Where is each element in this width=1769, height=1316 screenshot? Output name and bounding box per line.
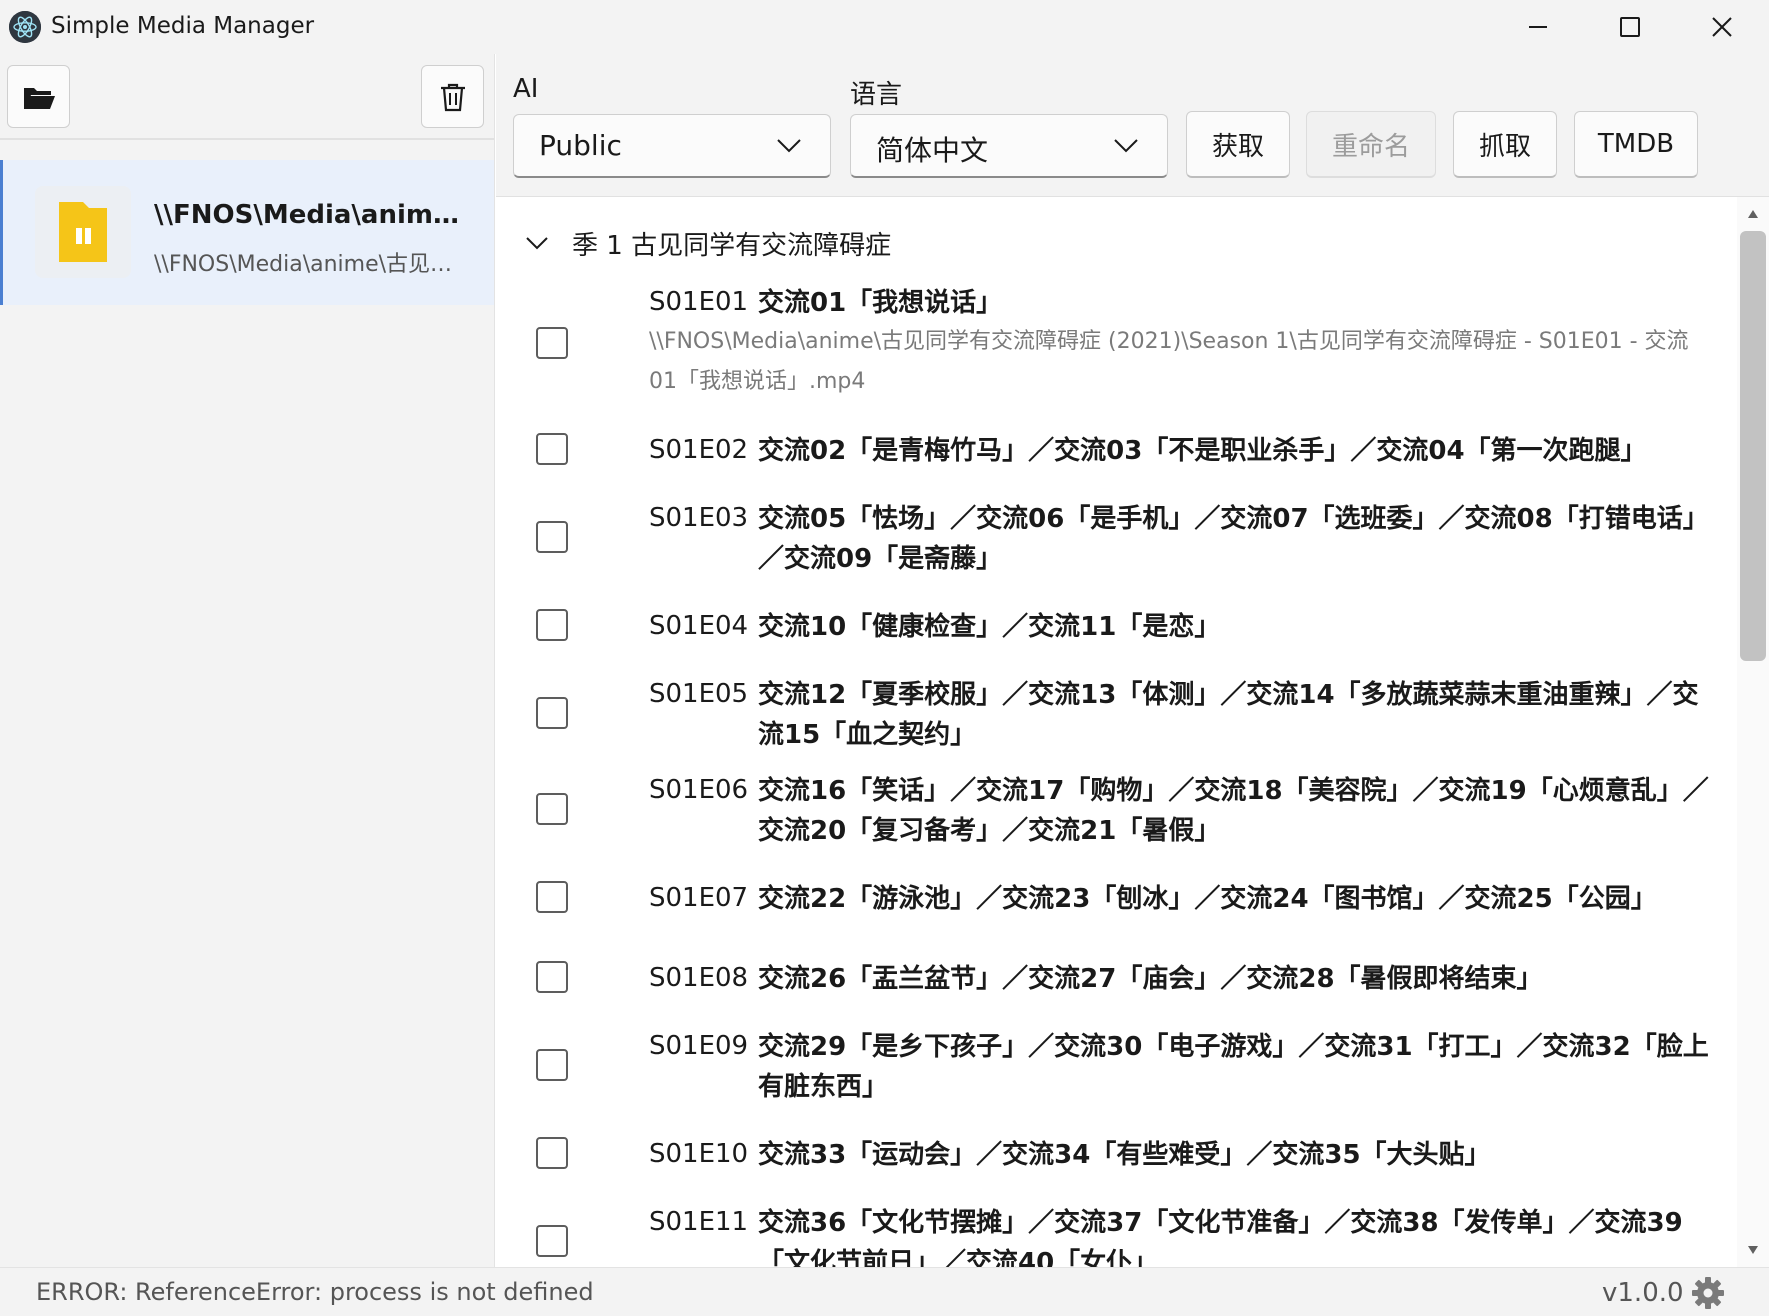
fetch-button[interactable]: 获取 xyxy=(1186,111,1290,178)
delete-button[interactable] xyxy=(421,65,484,128)
episode-checkbox[interactable] xyxy=(536,961,568,993)
episode-title: 交流10「健康检查」／交流11「是恋」 xyxy=(758,612,1221,642)
scroll-up-icon[interactable] xyxy=(1747,209,1759,219)
language-select[interactable]: 简体中文 xyxy=(850,114,1168,178)
episode-checkbox[interactable] xyxy=(536,327,568,359)
sidebar-toolbar xyxy=(0,54,494,140)
episode-checkbox[interactable] xyxy=(536,609,568,641)
ai-select-value: Public xyxy=(539,129,622,162)
ai-select[interactable]: Public xyxy=(513,114,831,178)
episode-checkbox[interactable] xyxy=(536,433,568,465)
season-title: 季 1 古见同学有交流障碍症 xyxy=(572,230,892,261)
episode-code: S01E06 xyxy=(649,775,749,805)
sidebar-item-title: \\FNOS\Media\anime\古见同学有交流障碍症 (2021) xyxy=(154,200,474,230)
sidebar: \\FNOS\Media\anime\古见同学有交流障碍症 (2021) \\F… xyxy=(0,54,495,1267)
status-message: ERROR: ReferenceError: process is not de… xyxy=(36,1278,594,1306)
episode-title: 交流01「我想说话」 xyxy=(758,288,1003,318)
trash-icon xyxy=(440,83,465,111)
episode-code: S01E01 xyxy=(649,287,749,317)
minimize-icon xyxy=(1529,26,1547,28)
episode-code: S01E08 xyxy=(649,963,749,993)
episode-title: 交流33「运动会」／交流34「有些难受」／交流35「大头贴」 xyxy=(758,1140,1491,1170)
episode-code: S01E07 xyxy=(649,883,749,913)
episode-title: 交流05「怯场」／交流06「是手机」／交流07「选班委」／交流08「打错电话」／… xyxy=(758,504,1709,574)
language-select-value: 简体中文 xyxy=(876,134,989,167)
open-folder-button[interactable] xyxy=(7,65,70,128)
episode-code: S01E11 xyxy=(649,1207,749,1237)
episode-code: S01E10 xyxy=(649,1139,749,1169)
gear-icon[interactable] xyxy=(1690,1275,1726,1311)
electron-logo-icon xyxy=(9,11,41,43)
minimize-button[interactable] xyxy=(1492,0,1584,54)
episode-title: 交流26「盂兰盆节」／交流27「庙会」／交流28「暑假即将结束」 xyxy=(758,964,1543,994)
episode-checkbox[interactable] xyxy=(536,881,568,913)
season-header[interactable]: 季 1 古见同学有交流障碍症 xyxy=(524,225,891,261)
ai-label: AI xyxy=(513,74,539,104)
window-title: Simple Media Manager xyxy=(51,13,315,39)
episode-title: 交流36「文化节摆摊」／交流37「文化节准备」／交流38「发传单」／交流39「文… xyxy=(758,1208,1683,1267)
episode-checkbox[interactable] xyxy=(536,793,568,825)
scroll-thumb[interactable] xyxy=(1740,231,1766,661)
episode-title: 交流16「笑话」／交流17「购物」／交流18「美容院」／交流19「心烦意乱」／交… xyxy=(758,776,1709,846)
close-button[interactable] xyxy=(1676,0,1768,54)
episode-checkbox[interactable] xyxy=(536,1225,568,1257)
rename-button[interactable]: 重命名 xyxy=(1306,111,1436,178)
episode-list: 季 1 古见同学有交流障碍症 S01E01 交流01「我想说话」 \\FNOS\… xyxy=(496,197,1737,1267)
version-label: v1.0.0 xyxy=(1602,1278,1684,1308)
episode-code: S01E09 xyxy=(649,1031,749,1061)
episode-code: S01E04 xyxy=(649,611,749,641)
folder-icon xyxy=(35,186,131,278)
episode-title: 交流22「游泳池」／交流23「刨冰」／交流24「图书馆」／交流25「公园」 xyxy=(758,884,1657,914)
sidebar-item-media-folder[interactable]: \\FNOS\Media\anime\古见同学有交流障碍症 (2021) \\F… xyxy=(0,160,494,305)
maximize-button[interactable] xyxy=(1584,0,1676,54)
language-label: 语言 xyxy=(850,80,903,110)
episode-code: S01E03 xyxy=(649,503,749,533)
episode-path: \\FNOS\Media\anime\古见同学有交流障碍症 (2021)\Sea… xyxy=(649,329,1689,394)
title-bar: Simple Media Manager xyxy=(0,0,1769,54)
episode-checkbox[interactable] xyxy=(536,697,568,729)
main-toolbar: AI Public 语言 简体中文 获取 重命名 抓取 TMDB xyxy=(496,54,1769,197)
close-icon xyxy=(1712,17,1732,37)
chevron-down-icon xyxy=(777,139,801,153)
chevron-down-icon xyxy=(526,237,548,250)
folder-open-icon xyxy=(23,87,55,109)
status-bar: ERROR: ReferenceError: process is not de… xyxy=(0,1267,1769,1316)
episode-code: S01E05 xyxy=(649,679,749,709)
chevron-down-icon xyxy=(1114,139,1138,153)
episode-checkbox[interactable] xyxy=(536,521,568,553)
scroll-down-icon[interactable] xyxy=(1747,1245,1759,1255)
scrollbar[interactable] xyxy=(1737,197,1769,1267)
episode-title: 交流12「夏季校服」／交流13「体测」／交流14「多放蔬菜蒜末重油重辣」／交流1… xyxy=(758,680,1699,750)
scrape-button[interactable]: 抓取 xyxy=(1453,111,1557,178)
maximize-icon xyxy=(1620,17,1640,37)
tmdb-button[interactable]: TMDB xyxy=(1574,111,1698,178)
episode-checkbox[interactable] xyxy=(536,1137,568,1169)
episode-title: 交流02「是青梅竹马」／交流03「不是职业杀手」／交流04「第一次跑腿」 xyxy=(758,436,1647,466)
episode-code: S01E02 xyxy=(649,435,749,465)
episode-checkbox[interactable] xyxy=(536,1049,568,1081)
sidebar-item-subtitle: \\FNOS\Media\anime\古见同学有交流障碍症 (2021) xyxy=(154,252,469,277)
episode-title: 交流29「是乡下孩子」／交流30「电子游戏」／交流31「打工」／交流32「脸上有… xyxy=(758,1032,1709,1102)
